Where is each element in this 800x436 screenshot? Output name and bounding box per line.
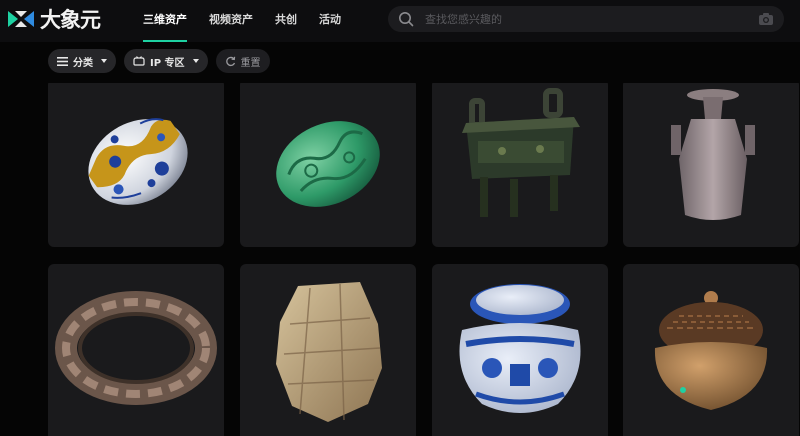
- ceramic-vase-image: [671, 89, 755, 220]
- asset-card[interactable]: [240, 264, 416, 436]
- ip-icon: [133, 56, 145, 66]
- top-bar: 大象元 三维资产 视频资产 共创 活动: [0, 0, 800, 42]
- asset-card[interactable]: [432, 264, 608, 436]
- bronze-ding-image: [462, 88, 580, 217]
- category-filter[interactable]: 分类: [48, 49, 116, 73]
- asset-card[interactable]: [623, 264, 799, 436]
- asset-card[interactable]: [48, 264, 224, 436]
- reset-button[interactable]: 重置: [215, 49, 270, 73]
- asset-grid: [48, 83, 800, 436]
- incense-burner-image: [654, 291, 768, 410]
- nav-item-events[interactable]: 活动: [319, 0, 341, 42]
- nav-item-3d-assets[interactable]: 三维资产: [143, 0, 187, 42]
- logo[interactable]: 大象元: [6, 6, 101, 32]
- stone-bangle-image: [55, 291, 217, 405]
- ip-zone-filter-label: IP 专区: [150, 57, 185, 69]
- search-icon[interactable]: [398, 11, 414, 27]
- jade-egg-image: [276, 121, 380, 207]
- reset-icon: [225, 56, 235, 66]
- search-bar: [388, 6, 784, 32]
- asset-card[interactable]: [48, 83, 224, 247]
- asset-card[interactable]: [432, 83, 608, 247]
- brand-name: 大象元: [40, 8, 101, 32]
- caret-down-icon: [101, 59, 107, 63]
- nav-item-co-creation[interactable]: 共创: [275, 0, 297, 42]
- menu-icon: [57, 56, 68, 66]
- search-input[interactable]: [423, 11, 758, 27]
- logo-icon: [8, 11, 34, 27]
- porcelain-egg-image: [88, 118, 188, 205]
- camera-icon[interactable]: [758, 12, 774, 26]
- porcelain-jar-image: [459, 284, 581, 413]
- reset-button-label: 重置: [240, 57, 261, 69]
- main-nav: 三维资产 视频资产 共创 活动: [143, 0, 363, 42]
- asset-card[interactable]: [623, 83, 799, 247]
- stone-fragment-image: [276, 282, 382, 422]
- filter-bar: 分类 IP 专区 重置: [48, 49, 270, 73]
- ip-zone-filter[interactable]: IP 专区: [124, 49, 208, 73]
- caret-down-icon: [192, 59, 199, 63]
- nav-item-video-assets[interactable]: 视频资产: [209, 0, 253, 42]
- asset-card[interactable]: [240, 83, 416, 247]
- category-filter-label: 分类: [73, 57, 93, 69]
